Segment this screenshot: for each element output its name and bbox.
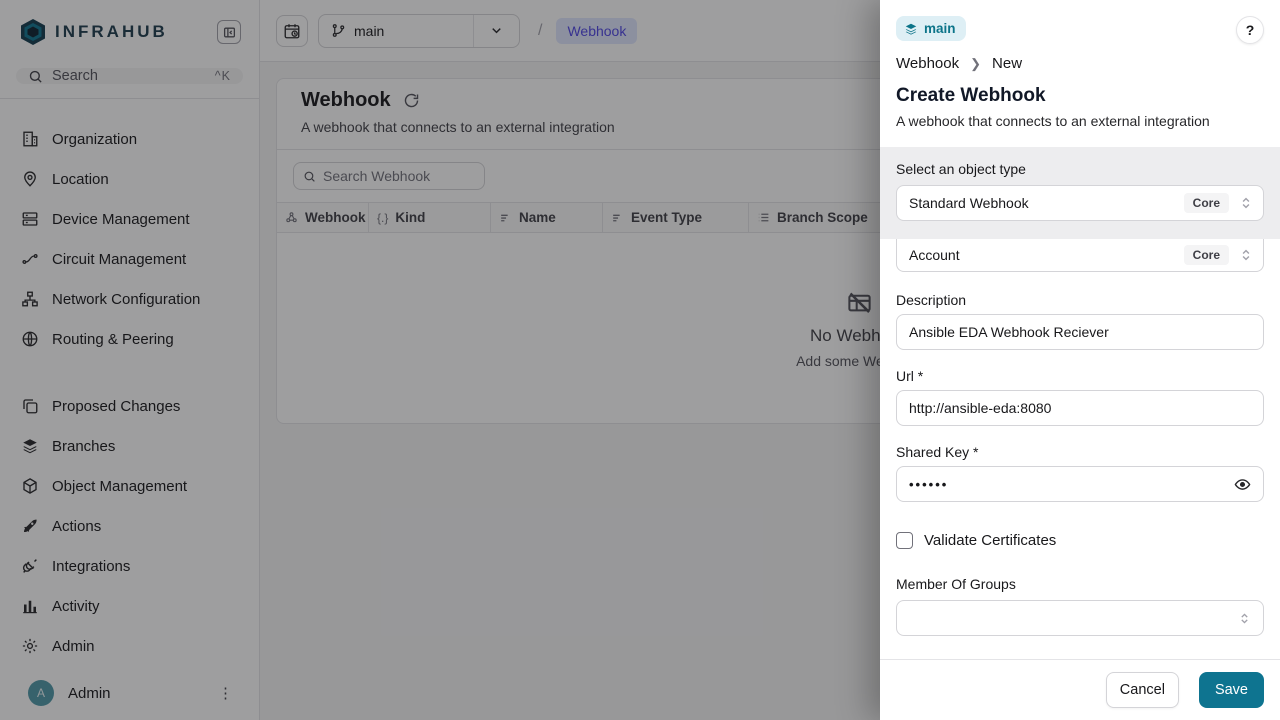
panel-title: Create Webhook [896, 85, 1264, 107]
object-type-value: Standard Webhook [909, 195, 1184, 211]
object-type-select[interactable]: Standard Webhook Core [896, 185, 1264, 221]
breadcrumb-current: New [992, 55, 1022, 72]
chevron-right-icon: ❯ [970, 56, 981, 72]
layers-icon [904, 22, 918, 36]
branch-badge-label: main [924, 21, 956, 36]
create-webhook-panel: main ? Webhook ❯ New Create Webhook A we… [880, 0, 1280, 720]
url-value: http://ansible-eda:8080 [909, 400, 1051, 416]
shared-key-input[interactable]: •••••• [896, 466, 1264, 502]
cancel-button[interactable]: Cancel [1106, 672, 1179, 708]
chevron-updown-icon [1239, 196, 1253, 210]
object-type-label: Select an object type [896, 161, 1264, 177]
description-input[interactable]: Ansible EDA Webhook Reciever [896, 314, 1264, 350]
branch-badge: main [896, 16, 966, 41]
save-button[interactable]: Save [1199, 672, 1264, 708]
eye-icon[interactable] [1234, 476, 1251, 493]
panel-footer: Cancel Save [880, 659, 1280, 720]
chevron-updown-icon [1239, 248, 1253, 262]
description-label: Description [896, 292, 1264, 308]
url-label: Url * [896, 368, 1264, 384]
member-of-groups-label: Member Of Groups [896, 576, 1264, 592]
shared-key-value: •••••• [909, 477, 948, 492]
member-of-groups-select[interactable] [896, 600, 1264, 636]
chevron-updown-icon [1238, 612, 1251, 625]
validate-certificates-checkbox[interactable] [896, 532, 913, 549]
validate-certificates-label: Validate Certificates [924, 532, 1056, 549]
panel-header: main ? Webhook ❯ New Create Webhook A we… [880, 0, 1280, 147]
panel-subtitle: A webhook that connects to an external i… [896, 113, 1264, 129]
account-select-value: Account [909, 247, 1184, 263]
panel-form: Select an object type Standard Webhook C… [880, 147, 1280, 659]
modal-overlay[interactable] [0, 0, 880, 720]
help-button[interactable]: ? [1236, 16, 1264, 44]
object-type-section: Select an object type Standard Webhook C… [880, 147, 1280, 239]
account-select[interactable]: Account Core [896, 239, 1264, 272]
core-badge: Core [1184, 245, 1229, 265]
url-input[interactable]: http://ansible-eda:8080 [896, 390, 1264, 426]
panel-breadcrumb: Webhook ❯ New [896, 55, 1264, 72]
core-badge: Core [1184, 193, 1229, 213]
description-value: Ansible EDA Webhook Reciever [909, 324, 1109, 340]
breadcrumb-parent[interactable]: Webhook [896, 55, 959, 72]
shared-key-label: Shared Key * [896, 444, 1264, 460]
